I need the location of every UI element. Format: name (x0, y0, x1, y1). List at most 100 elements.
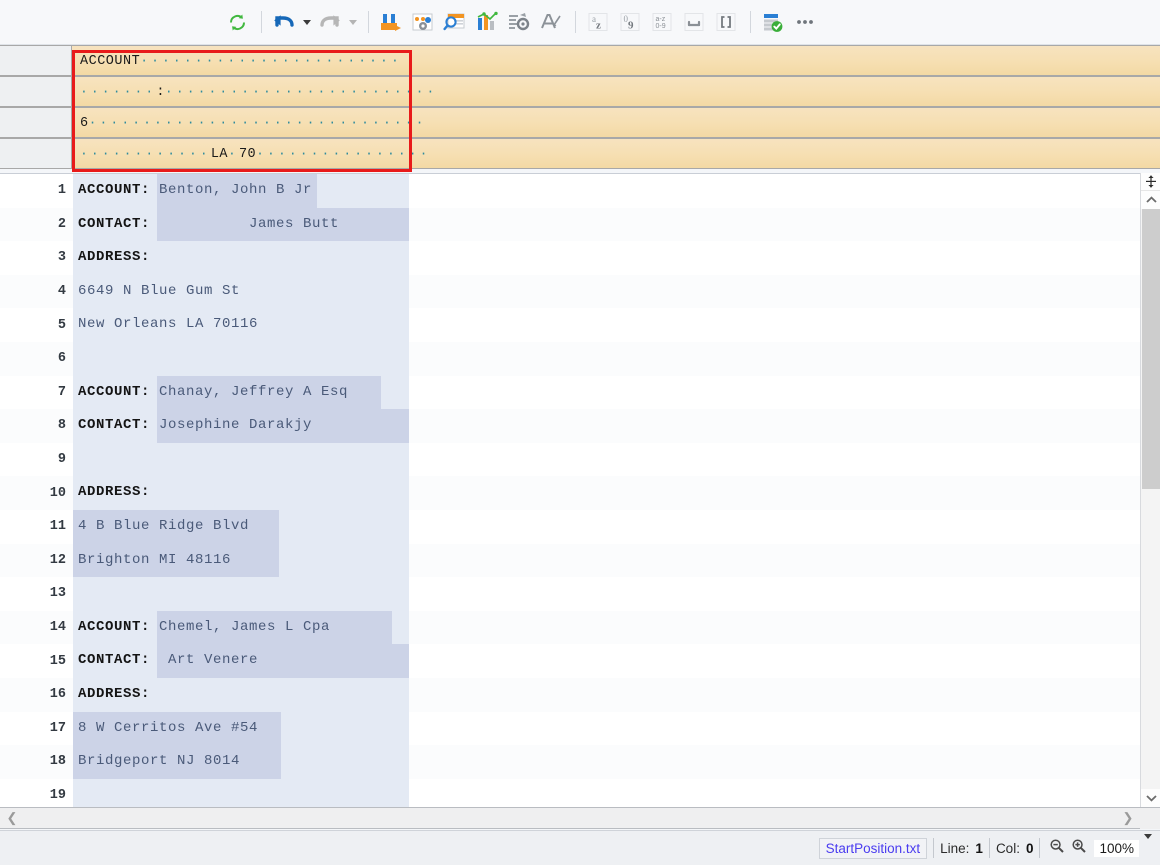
editor-line[interactable]: 178 W Cerritos Ave #54 (0, 712, 1160, 746)
editor-line[interactable]: 2CONTACT: James Butt (0, 208, 1160, 242)
line-content[interactable]: ADDRESS: (73, 476, 1160, 510)
line-text: Brighton MI 48116 (73, 544, 231, 578)
line-content[interactable] (73, 443, 1160, 477)
editor-line[interactable]: 3 ADDRESS: (0, 241, 1160, 275)
brackets-icon[interactable] (711, 7, 741, 37)
top-panel-row-text[interactable]: ·······:························· (72, 76, 1160, 107)
editor-line[interactable]: 16 ADDRESS: (0, 678, 1160, 712)
top-panel-row-header[interactable] (0, 45, 72, 76)
line-text: ADDRESS: (73, 241, 150, 275)
editor-line[interactable]: 5New Orleans LA 70116 (0, 308, 1160, 342)
ruler-text: : (156, 85, 165, 100)
line-content[interactable]: ADDRESS: (73, 241, 1160, 275)
vertical-scrollbar[interactable] (1140, 173, 1160, 807)
editor-line[interactable]: 13 (0, 577, 1160, 611)
sort-09-icon[interactable]: 0 9 (615, 7, 645, 37)
zoom-in-icon[interactable] (1068, 838, 1090, 859)
vertical-scrollbar-track[interactable] (1142, 489, 1160, 789)
underscore-icon[interactable] (679, 7, 709, 37)
editor-line[interactable]: 114 B Blue Ridge Blvd (0, 510, 1160, 544)
editor-line[interactable]: 9 (0, 443, 1160, 477)
editor-line[interactable]: 1ACCOUNT: Benton, John B Jr (0, 174, 1160, 208)
vertical-scrollbar-thumb[interactable] (1142, 209, 1160, 489)
editor-line[interactable]: 18Bridgeport NJ 8014 (0, 745, 1160, 779)
whitespace-dots: ························· (165, 84, 438, 99)
editor-line[interactable]: 15CONTACT: Art Venere (0, 644, 1160, 678)
editor-line[interactable]: 46649 N Blue Gum St (0, 275, 1160, 309)
line-number: 16 (0, 687, 66, 702)
horizontal-scrollbar[interactable]: ❮ ❯ (0, 807, 1140, 829)
chart-icon[interactable] (472, 7, 502, 37)
line-content[interactable]: New Orleans LA 70116 (73, 308, 1160, 342)
line-content[interactable]: CONTACT: James Butt (73, 208, 1160, 242)
undo-dropdown-caret-icon[interactable] (301, 7, 313, 37)
toolbar-separator-1 (261, 11, 262, 33)
line-content[interactable]: 4 B Blue Ridge Blvd (73, 510, 1160, 544)
inspect-icon[interactable] (440, 7, 470, 37)
font-format-icon[interactable] (536, 7, 566, 37)
line-content[interactable]: CONTACT: Art Venere (73, 644, 1160, 678)
editor-line[interactable]: 8CONTACT: Josephine Darakjy (0, 409, 1160, 443)
svg-text:9: 9 (628, 20, 634, 32)
undo-icon[interactable] (269, 7, 299, 37)
editor-lines[interactable]: 1ACCOUNT: Benton, John B Jr2CONTACT: Jam… (0, 174, 1160, 807)
top-panel-row[interactable]: ············LA·70················ (0, 138, 1160, 169)
zoom-out-icon[interactable] (1046, 838, 1068, 859)
top-panel-row-header[interactable] (0, 138, 72, 169)
top-comparison-panel: ACCOUNT························ ·······:… (0, 45, 1160, 173)
line-number: 13 (0, 586, 66, 601)
editor-line[interactable]: 10ADDRESS: (0, 476, 1160, 510)
scroll-up-button[interactable] (1141, 191, 1160, 209)
line-highlight-outer (73, 779, 409, 807)
top-panel-row[interactable]: ·······:························· (0, 76, 1160, 107)
transform-settings-icon[interactable] (504, 7, 534, 37)
line-content[interactable]: ACCOUNT: Chanay, Jeffrey A Esq (73, 376, 1160, 410)
line-content[interactable] (73, 342, 1160, 376)
toolbar: a z 0 9 a-z 0-9 (0, 0, 1160, 45)
line-content[interactable]: 8 W Cerritos Ave #54 (73, 712, 1160, 746)
status-filename[interactable]: StartPosition.txt (819, 838, 928, 859)
find-replace-icon[interactable] (376, 7, 406, 37)
validate-icon[interactable] (758, 7, 788, 37)
sort-az-icon[interactable]: a z (583, 7, 613, 37)
line-number: 3 (0, 250, 66, 265)
top-panel-row-text[interactable]: ACCOUNT························ (72, 45, 1160, 76)
line-content[interactable] (73, 779, 1160, 807)
line-content[interactable]: Bridgeport NJ 8014 (73, 745, 1160, 779)
zoom-level-value[interactable]: 100% (1094, 840, 1139, 857)
scroll-right-button[interactable]: ❯ (1116, 810, 1140, 826)
editor-line[interactable]: 6 (0, 342, 1160, 376)
line-content[interactable] (73, 577, 1160, 611)
top-panel-row-header[interactable] (0, 76, 72, 107)
redo-icon[interactable] (315, 7, 345, 37)
top-panel-row-text[interactable]: 6······························· (72, 107, 1160, 138)
editor-line[interactable]: 14ACCOUNT: Chemel, James L Cpa (0, 611, 1160, 645)
sort-az09-icon[interactable]: a-z 0-9 (647, 7, 677, 37)
split-pane-icon[interactable] (1141, 173, 1160, 191)
line-content[interactable]: ACCOUNT: Benton, John B Jr (73, 174, 1160, 208)
top-panel-row[interactable]: ACCOUNT························ (0, 45, 1160, 76)
svg-text:z: z (596, 20, 601, 32)
data-settings-icon[interactable] (408, 7, 438, 37)
line-content[interactable]: ACCOUNT: Chemel, James L Cpa (73, 611, 1160, 645)
svg-text:a-z: a-z (656, 16, 666, 23)
scroll-left-button[interactable]: ❮ (0, 810, 24, 826)
editor-line[interactable]: 7ACCOUNT: Chanay, Jeffrey A Esq (0, 376, 1160, 410)
text-editor[interactable]: 1ACCOUNT: Benton, John B Jr2CONTACT: Jam… (0, 173, 1160, 807)
editor-line[interactable]: 19 (0, 779, 1160, 807)
field-value: Brighton MI 48116 (78, 552, 231, 568)
top-panel-row-text[interactable]: ············LA·70················ (72, 138, 1160, 169)
scroll-down-button[interactable] (1141, 789, 1160, 807)
zoom-dropdown-caret-icon[interactable] (1144, 839, 1152, 857)
line-content[interactable]: CONTACT: Josephine Darakjy (73, 409, 1160, 443)
refresh-icon[interactable] (222, 7, 252, 37)
top-panel-row-header[interactable] (0, 107, 72, 138)
more-options-icon[interactable] (790, 7, 820, 37)
editor-line[interactable]: 12Brighton MI 48116 (0, 544, 1160, 578)
line-content[interactable]: ADDRESS: (73, 678, 1160, 712)
line-content[interactable]: 6649 N Blue Gum St (73, 275, 1160, 309)
line-content[interactable]: Brighton MI 48116 (73, 544, 1160, 578)
top-panel-row[interactable]: 6······························· (0, 107, 1160, 138)
line-text: CONTACT: James Butt (73, 208, 339, 242)
redo-dropdown-caret-icon[interactable] (347, 7, 359, 37)
